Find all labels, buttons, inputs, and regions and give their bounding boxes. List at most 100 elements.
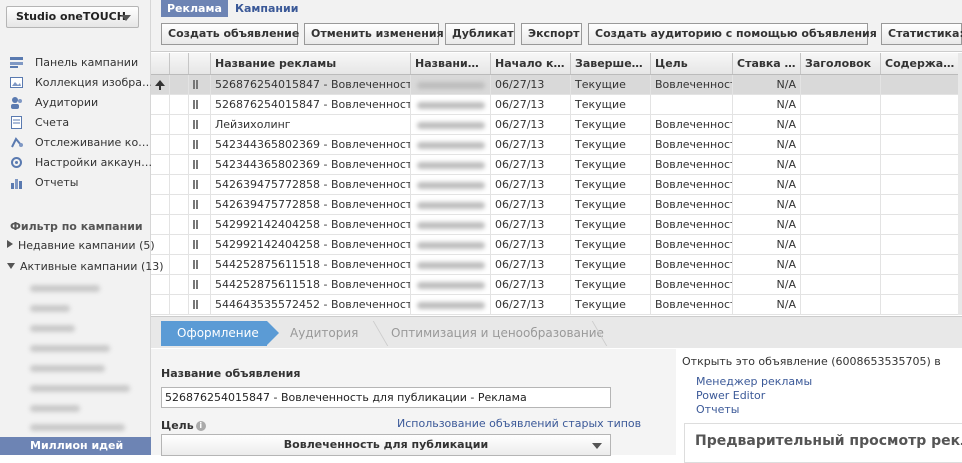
sidebar-item-image-library[interactable]: Коллекция изобра… [0,73,151,92]
column-header-select[interactable] [170,53,189,74]
campaign-list-item[interactable] [30,405,80,412]
step-optimization-pricing[interactable]: Оптимизация и ценообразование [391,321,604,346]
table-row[interactable]: 542639475772858 - Вовлеченность дл 06/27/… [151,175,962,195]
row-status-cell[interactable] [189,275,211,294]
ad-name-input[interactable] [161,387,611,408]
row-status-cell[interactable] [189,175,211,194]
column-header-end[interactable]: Заверше… [571,53,651,74]
table-row[interactable]: 544252875611518 - Вовлеченность дл 06/27/… [151,275,962,295]
row-status-cell[interactable] [189,155,211,174]
ad-name-cell[interactable]: 526876254015847 - Вовлеченность дл [211,75,411,94]
ad-name-cell[interactable]: 542639475772858 - Вовлеченность дл [211,195,411,214]
ad-name-cell[interactable]: 526876254015847 - Вовлеченность дл [211,95,411,114]
create-audience-button[interactable]: Создать аудиторию с помощью объявления [588,23,877,45]
column-header-bid[interactable]: Ставка … [733,53,801,74]
campaign-list-item[interactable] [30,305,70,312]
duplicate-button[interactable]: Дубликат [445,23,515,45]
table-row[interactable]: 544252875611518 - Вовлеченность дл 06/27/… [151,255,962,275]
tab-ads[interactable]: Реклама [161,0,228,17]
row-select-cell[interactable] [170,115,189,134]
selected-campaign[interactable]: Миллион идей [0,437,151,455]
revert-changes-button[interactable]: Отменить изменения [304,23,444,45]
export-button[interactable]: Экспорт [521,23,582,45]
ads-manager-link[interactable]: Менеджер рекламы [696,375,812,388]
create-ad-button[interactable]: Создать объявление [161,23,299,45]
campaign-list-item[interactable] [30,345,110,352]
ad-name-cell[interactable]: 544643535572452 - Вовлеченность дл [211,295,411,314]
ad-name-cell[interactable]: Лейзихолинг [211,115,411,134]
row-select-cell[interactable] [170,275,189,294]
table-row[interactable]: 542639475772858 - Вовлеченность дл 06/27/… [151,195,962,215]
bid-cell: N/A [733,155,801,174]
table-scrollbar[interactable] [958,53,962,315]
sidebar-item-dashboard[interactable]: Панель кампании [0,53,151,72]
account-selector[interactable]: Studio oneTOUCH [6,6,139,28]
campaign-list-item[interactable] [30,424,125,431]
body-cell [881,255,962,274]
row-status-cell[interactable] [189,195,211,214]
campaign-list-item[interactable] [30,285,100,292]
ad-name-cell[interactable]: 542344365802369 - Вовлеченность дл [211,135,411,154]
old-ad-types-link[interactable]: Использование объявлений старых типов [397,417,641,430]
reports-link[interactable]: Отчеты [696,403,739,416]
ad-name-cell[interactable]: 542344365802369 - Вовлеченность дл [211,155,411,174]
recent-campaigns-toggle[interactable]: Недавние кампании (5) [7,239,155,252]
ad-name-cell[interactable]: 542992142404258 - Вовлеченность дл [211,215,411,234]
sidebar-item-billing[interactable]: Счета [0,113,151,132]
ad-name-cell[interactable]: 542992142404258 - Вовлеченность дл [211,235,411,254]
table-row[interactable]: 526876254015847 - Вовлеченность дл 06/27/… [151,95,962,115]
column-header-status[interactable] [189,53,211,74]
campaign-list-item[interactable] [30,325,75,332]
table-row[interactable]: 542344365802369 - Вовлеченность дл 06/27/… [151,155,962,175]
row-status-cell[interactable] [189,115,211,134]
ad-name-cell[interactable]: 544252875611518 - Вовлеченность дл [211,255,411,274]
row-status-cell[interactable] [189,135,211,154]
column-header-goal[interactable]: Цель [651,53,733,74]
table-row[interactable]: 526876254015847 - Вовлеченность дл 06/27/… [151,75,962,95]
row-select-cell[interactable] [170,215,189,234]
goal-select[interactable]: Вовлеченность для публикации [161,434,611,456]
campaign-list-item[interactable] [30,365,105,372]
row-status-cell[interactable] [189,95,211,114]
row-select-cell[interactable] [170,195,189,214]
table-row[interactable]: 544643535572452 - Вовлеченность дл 06/27/… [151,295,962,315]
row-status-cell[interactable] [189,75,211,94]
sidebar-item-conversion-tracking[interactable]: Отслеживание ко… [0,133,151,152]
row-select-cell[interactable] [170,135,189,154]
column-header-sort[interactable] [151,53,170,74]
statistics-dropdown[interactable]: Статистика: [881,23,962,45]
row-select-cell[interactable] [170,75,189,94]
step-creative[interactable]: Оформление [161,321,279,346]
row-select-cell[interactable] [170,255,189,274]
column-header-headline[interactable]: Заголовок [801,53,881,74]
tab-campaigns[interactable]: Кампании [229,0,304,17]
campaign-list-item[interactable] [30,385,130,392]
row-status-cell[interactable] [189,235,211,254]
active-campaigns-toggle[interactable]: Активные кампании (13) [7,260,164,273]
row-status-cell[interactable] [189,215,211,234]
info-icon[interactable]: i [195,421,206,431]
table-row[interactable]: Лейзихолинг 06/27/13ТекущиеВовлеченностьN… [151,115,962,135]
column-header-ad-name[interactable]: Название рекламы [211,53,411,74]
table-row[interactable]: 542344365802369 - Вовлеченность дл 06/27/… [151,135,962,155]
step-audience[interactable]: Аудитория [290,321,358,346]
row-select-cell[interactable] [170,155,189,174]
column-header-campaign-name[interactable]: Названи… [411,53,491,74]
table-row[interactable]: 542992142404258 - Вовлеченность дл 06/27/… [151,215,962,235]
row-status-cell[interactable] [189,295,211,314]
body-cell [881,235,962,254]
sidebar-item-account-settings[interactable]: Настройки аккаун… [0,153,151,172]
table-row[interactable]: 542992142404258 - Вовлеченность дл 06/27/… [151,235,962,255]
column-header-start[interactable]: Начало к… [491,53,571,74]
row-select-cell[interactable] [170,295,189,314]
ad-name-cell[interactable]: 542639475772858 - Вовлеченность дл [211,175,411,194]
power-editor-link[interactable]: Power Editor [696,389,765,402]
row-status-cell[interactable] [189,255,211,274]
column-header-body[interactable]: Содержа… [881,53,962,74]
sidebar-item-audiences[interactable]: Аудитории [0,93,151,112]
row-select-cell[interactable] [170,95,189,114]
row-select-cell[interactable] [170,235,189,254]
sidebar-item-reports[interactable]: Отчеты [0,173,151,192]
ad-name-cell[interactable]: 544252875611518 - Вовлеченность дл [211,275,411,294]
row-select-cell[interactable] [170,175,189,194]
